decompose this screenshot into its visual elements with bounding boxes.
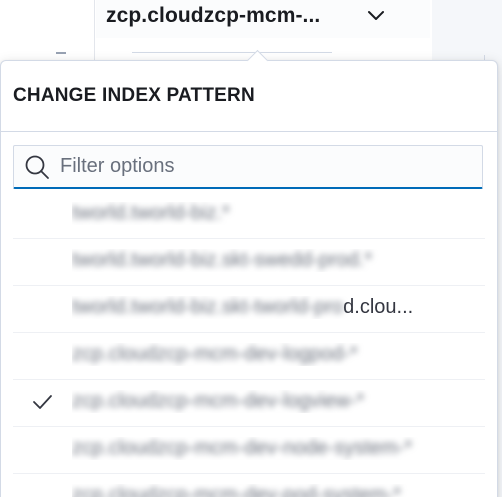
index-pattern-option[interactable]: zcp.cloudzcp-mcm-dev-pod-system-* [13, 474, 485, 497]
option-label: zcp.cloudzcp-mcm-dev-logpod-* [72, 343, 358, 365]
option-label: zcp.cloudzcp-mcm-dev-logview-* [72, 390, 365, 412]
popover-title: CHANGE INDEX PATTERN [13, 85, 255, 106]
chevron-down-icon [368, 11, 384, 20]
option-label: tworld.tworld-biz.skt-swedd-prod.* [72, 249, 373, 271]
stage: zcp.cloudzcp-mcm-... CHANGE INDEX PATTER… [0, 0, 502, 497]
index-pattern-selector-button[interactable]: zcp.cloudzcp-mcm-... [96, 0, 430, 38]
filter-options-input[interactable] [60, 146, 470, 186]
index-pattern-option[interactable]: tworld.tworld-biz.* [13, 192, 485, 239]
index-pattern-option[interactable]: zcp.cloudzcp-mcm-dev-logpod-* [13, 333, 485, 380]
index-pattern-option[interactable]: zcp.cloudzcp-mcm-dev-node-system-* [13, 427, 485, 474]
filter-options-field[interactable] [13, 145, 483, 189]
search-icon [25, 155, 49, 179]
index-pattern-option[interactable]: tworld.tworld-biz.skt-swedd-prod.* [13, 239, 485, 286]
background-left-mark [56, 52, 66, 58]
index-pattern-option[interactable]: tworld.tworld-biz.skt-tworld-prod.clou..… [13, 286, 485, 333]
option-label: tworld.tworld-biz.* [72, 202, 230, 224]
index-pattern-option[interactable]: zcp.cloudzcp-mcm-dev-logview-* [13, 380, 485, 427]
title-divider [1, 131, 497, 132]
option-label: zcp.cloudzcp-mcm-dev-node-system-* [72, 437, 413, 459]
index-pattern-option-list: tworld.tworld-biz.* tworld.tworld-biz.skt… [1, 192, 497, 497]
option-label: tworld.tworld-biz.skt-tworld-prod.clou..… [72, 296, 414, 318]
option-label: zcp.cloudzcp-mcm-dev-pod-system-* [72, 484, 401, 497]
index-pattern-title: zcp.cloudzcp-mcm-... [106, 4, 321, 27]
change-index-pattern-popover: CHANGE INDEX PATTERN tworld.tworld-biz.*… [0, 60, 498, 497]
selector-underline [132, 52, 332, 53]
check-icon [33, 395, 52, 409]
